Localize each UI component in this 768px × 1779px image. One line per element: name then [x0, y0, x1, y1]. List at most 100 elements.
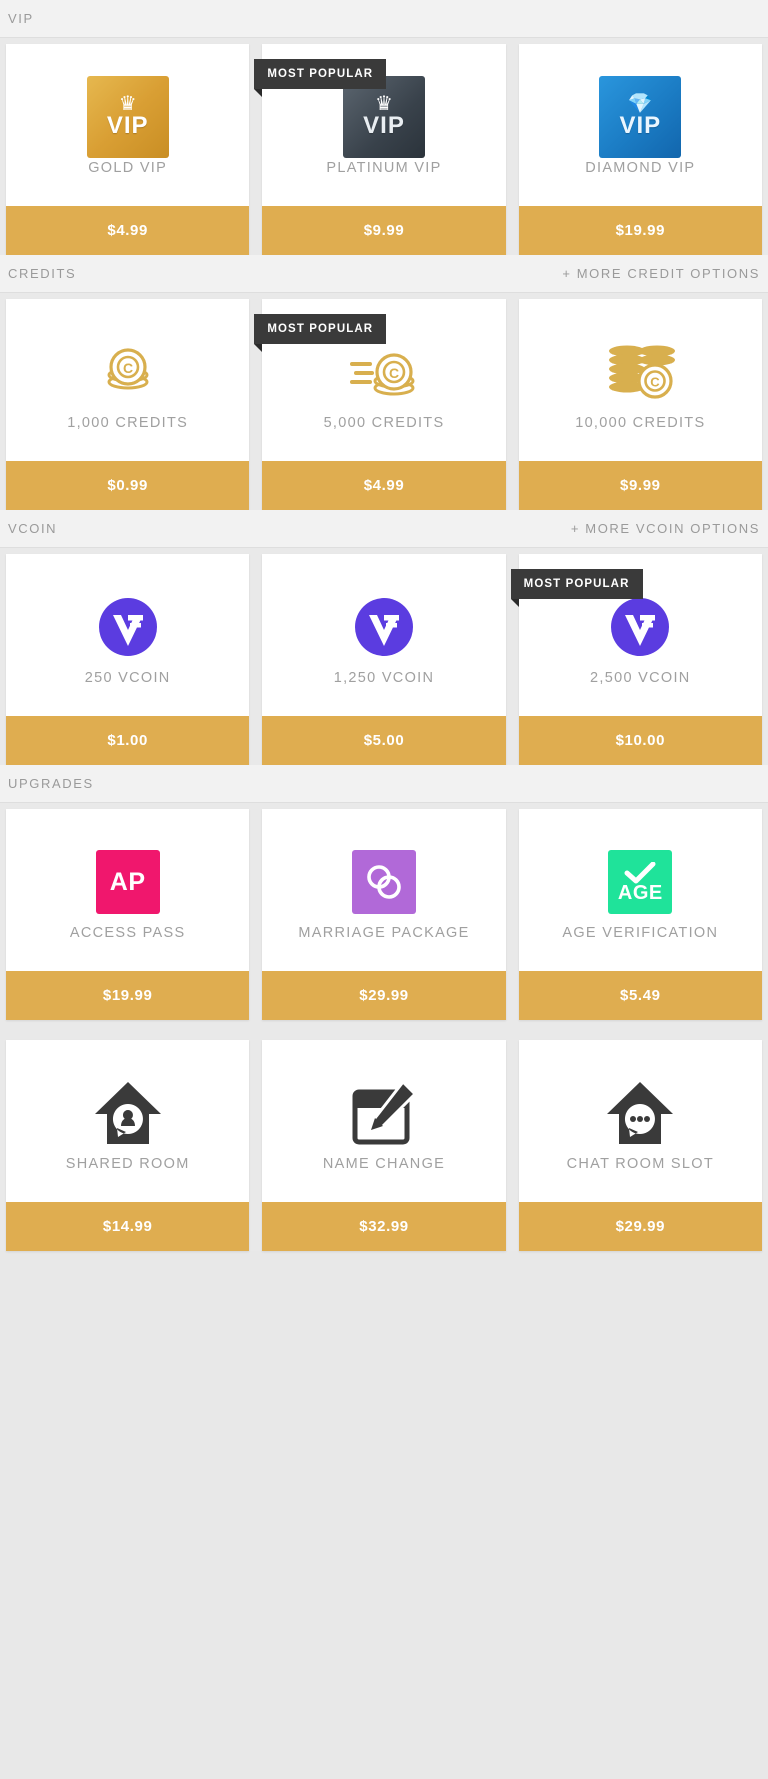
card-icon-wrap — [91, 1070, 165, 1156]
price-button[interactable]: $9.99 — [518, 461, 762, 510]
card-body: AP ACCESS PASS — [6, 809, 249, 971]
product-card[interactable]: 1,250 VCOIN $5.00 — [262, 554, 506, 765]
crown-icon: ♛ — [375, 92, 393, 115]
card-body: C 1,000 CREDITS — [6, 299, 249, 461]
card-icon-wrap: AP — [95, 839, 160, 925]
age-text: AGE — [617, 882, 663, 904]
price-button[interactable]: $4.99 — [6, 206, 250, 255]
card-body: SHARED ROOM — [6, 1040, 249, 1202]
card-body: 💎 VIP DIAMOND VIP — [519, 44, 762, 206]
product-card[interactable]: MARRIAGE PACKAGE $29.99 — [262, 809, 506, 1020]
single-coin-icon: C — [107, 348, 149, 390]
card-row-vcoin: 250 VCOIN $1.00 1,250 VCOIN $5.00 MOST POPU… — [0, 548, 768, 765]
price-button[interactable]: $1.00 — [6, 716, 250, 765]
card-body: NAME CHANGE — [262, 1040, 505, 1202]
card-icon-wrap: C — [100, 329, 156, 415]
card-label: 250 VCOIN — [84, 670, 171, 686]
card-label: PLATINUM VIP — [326, 160, 442, 176]
card-icon-wrap — [351, 839, 416, 925]
product-card[interactable]: AP ACCESS PASS $19.99 — [6, 809, 250, 1020]
card-icon-wrap — [353, 584, 415, 670]
most-popular-badge: MOST POPULAR — [510, 569, 643, 607]
most-popular-badge: MOST POPULAR — [254, 59, 387, 97]
price-button[interactable]: $14.99 — [6, 1202, 250, 1251]
vcoin-icon — [611, 598, 670, 656]
product-card[interactable]: ♛ VIP GOLD VIP $4.99 — [6, 44, 250, 255]
crown-icon: ♛ — [118, 92, 137, 115]
vip-tile-text: VIP — [619, 111, 662, 139]
price-button[interactable]: $10.00 — [518, 716, 762, 765]
product-card[interactable]: C 1,000 CREDITS $0.99 — [6, 299, 250, 510]
vip-gold-tile-icon: ♛ VIP — [86, 76, 169, 158]
card-label: MARRIAGE PACKAGE — [298, 925, 470, 941]
access-pass-text: AP — [109, 867, 146, 896]
diamond-icon: 💎 — [627, 92, 653, 115]
chat-room-house-icon — [607, 1082, 674, 1144]
product-card[interactable]: C 10,000 CREDITS $9.99 — [518, 299, 762, 510]
card-label: GOLD VIP — [88, 160, 168, 176]
card-label: AGE VERIFICATION — [562, 925, 719, 941]
marriage-rings-icon — [351, 850, 416, 914]
price-button[interactable]: $29.99 — [518, 1202, 762, 1251]
price-button[interactable]: $0.99 — [6, 461, 250, 510]
flying-coin-icon: C — [349, 353, 415, 396]
card-row-upgrades: AP ACCESS PASS $19.99 MARRIAGE PACKAGE $29… — [0, 803, 768, 1020]
product-card[interactable]: MOST POPULAR 2,500 VCOIN $10.00 — [510, 554, 762, 765]
card-label: SHARED ROOM — [65, 1156, 190, 1172]
product-card[interactable]: SHARED ROOM $14.99 — [6, 1040, 250, 1251]
card-icon-wrap — [603, 1070, 677, 1156]
product-card[interactable]: AGE AGE VERIFICATION $5.49 — [518, 809, 762, 1020]
vcoin-icon — [354, 598, 413, 656]
price-button[interactable]: $19.99 — [518, 206, 762, 255]
section-title: UPGRADES — [8, 776, 94, 791]
price-button[interactable]: $9.99 — [262, 206, 506, 255]
most-popular-badge: MOST POPULAR — [254, 314, 387, 352]
card-icon-wrap — [97, 584, 159, 670]
card-label: 1,000 CREDITS — [67, 415, 189, 431]
section-header-vip: VIP — [0, 0, 768, 38]
card-body: 1,250 VCOIN — [262, 554, 505, 716]
price-button[interactable]: $19.99 — [6, 971, 250, 1020]
svg-text:C: C — [389, 365, 399, 381]
card-label: NAME CHANGE — [322, 1156, 446, 1172]
price-button[interactable]: $32.99 — [262, 1202, 506, 1251]
svg-text:C: C — [123, 360, 133, 376]
section-header-vcoin: VCOIN + MORE VCOIN OPTIONS — [0, 510, 768, 548]
price-button[interactable]: $5.00 — [262, 716, 506, 765]
access-pass-icon: AP — [95, 850, 160, 914]
card-row-vip: ♛ VIP GOLD VIP $4.99 MOST POPULAR ♛ VIP PL… — [0, 38, 768, 255]
section-title: CREDITS — [8, 266, 77, 281]
card-label: 1,250 VCOIN — [333, 670, 435, 686]
card-body: C 10,000 CREDITS — [519, 299, 762, 461]
product-card[interactable]: 250 VCOIN $1.00 — [6, 554, 250, 765]
price-button[interactable]: $29.99 — [262, 971, 506, 1020]
vip-diamond-tile-icon: 💎 VIP — [599, 76, 682, 158]
vcoin-icon — [98, 598, 157, 656]
price-button[interactable]: $4.99 — [262, 461, 506, 510]
name-change-pencil-icon — [352, 1079, 418, 1145]
card-body: AGE AGE VERIFICATION — [519, 809, 762, 971]
price-button[interactable]: $5.49 — [518, 971, 762, 1020]
card-icon-wrap: ♛ VIP — [86, 74, 169, 160]
more-options-link-vcoin[interactable]: + MORE VCOIN OPTIONS — [571, 521, 760, 536]
card-label: ACCESS PASS — [69, 925, 186, 941]
card-label: CHAT ROOM SLOT — [566, 1156, 714, 1172]
product-card[interactable]: MOST POPULAR C 5,000 CREDITS $4.99 — [254, 299, 506, 510]
svg-text:C: C — [651, 375, 661, 390]
card-body: ♛ VIP GOLD VIP — [6, 44, 249, 206]
product-card[interactable]: 💎 VIP DIAMOND VIP $19.99 — [518, 44, 762, 255]
card-icon-wrap: C — [601, 329, 679, 415]
shared-room-house-icon — [94, 1082, 161, 1144]
product-card[interactable]: NAME CHANGE $32.99 — [262, 1040, 506, 1251]
check-icon — [624, 862, 656, 884]
card-icon-wrap: AGE — [608, 839, 673, 925]
product-card[interactable]: CHAT ROOM SLOT $29.99 — [518, 1040, 762, 1251]
section-divider — [0, 1020, 768, 1034]
section-title: VIP — [8, 11, 34, 26]
card-body: 250 VCOIN — [6, 554, 249, 716]
more-options-link-credits[interactable]: + MORE CREDIT OPTIONS — [562, 266, 760, 281]
section-header-credits: CREDITS + MORE CREDIT OPTIONS — [0, 255, 768, 293]
product-card[interactable]: MOST POPULAR ♛ VIP PLATINUM VIP $9.99 — [254, 44, 506, 255]
card-body: MARRIAGE PACKAGE — [262, 809, 505, 971]
card-label: 2,500 VCOIN — [590, 670, 691, 686]
